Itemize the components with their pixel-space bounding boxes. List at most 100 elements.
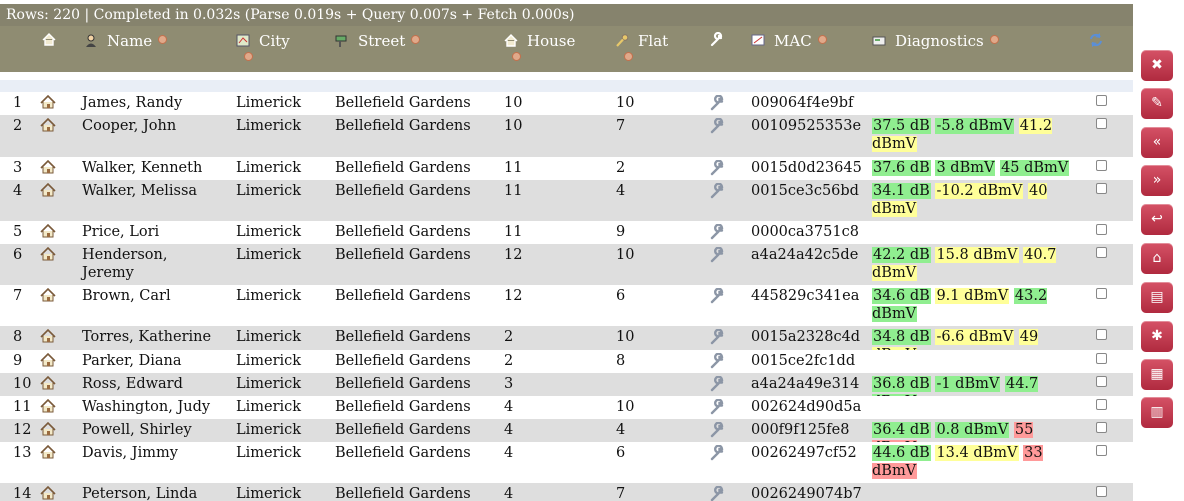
home-icon [504, 34, 518, 47]
house-column-header[interactable]: House [504, 32, 575, 50]
table-row[interactable]: 1 James, Randy Limerick Bellefield Gardens 1… [0, 92, 1133, 115]
table-row[interactable]: 3 Walker, Kenneth Limerick Bellefield Garde… [0, 157, 1133, 180]
sort-icon[interactable] [624, 52, 633, 61]
row-checkbox[interactable] [1096, 376, 1107, 387]
table-row[interactable]: 14 Peterson, Linda Limerick Bellefield Gard… [0, 483, 1133, 501]
highlight-button[interactable]: ✱ [1141, 321, 1173, 352]
wrench-icon[interactable] [709, 485, 725, 501]
wrench-icon[interactable] [709, 117, 725, 139]
home-icon[interactable] [40, 223, 56, 243]
flat-cell: 2 [616, 160, 626, 176]
export-button[interactable]: ▤ [1141, 282, 1173, 313]
row-checkbox[interactable] [1096, 353, 1107, 364]
row-checkbox[interactable] [1096, 160, 1107, 171]
home-icon[interactable] [40, 94, 56, 114]
table-view-button[interactable]: ▦ [1141, 359, 1173, 390]
mac-cell: 445829c341ea [751, 288, 860, 304]
flat-cell: 7 [616, 486, 626, 501]
wrench-icon[interactable] [709, 444, 725, 466]
table-row[interactable]: 13 Davis, Jimmy Limerick Bellefield Gardens… [0, 442, 1133, 483]
row-checkbox[interactable] [1096, 422, 1107, 433]
diagnostic-value: -5.8 dBmV [935, 118, 1015, 134]
row-checkbox[interactable] [1096, 329, 1107, 340]
first-page-button[interactable]: « [1141, 127, 1173, 158]
row-checkbox[interactable] [1096, 95, 1107, 106]
street-cell: Bellefield Gardens [335, 183, 471, 199]
sort-icon[interactable] [989, 35, 999, 44]
street-column-header[interactable]: Street [335, 32, 421, 50]
name-column-header[interactable]: Name [84, 32, 168, 50]
table-row[interactable]: 11 Washington, Judy Limerick Bellefield Gar… [0, 396, 1133, 419]
row-checkbox[interactable] [1096, 399, 1107, 410]
street-cell: Bellefield Gardens [335, 247, 471, 263]
home-icon[interactable] [40, 159, 56, 179]
home-icon[interactable] [40, 444, 56, 464]
row-checkbox[interactable] [1096, 183, 1107, 194]
wrench-icon[interactable] [709, 223, 725, 245]
wrench-icon[interactable] [709, 398, 725, 420]
wrench-icon[interactable] [709, 328, 725, 350]
edit-connection-button[interactable]: ✎ [1141, 88, 1173, 119]
flat-column-header[interactable]: Flat [615, 32, 668, 50]
sort-icon[interactable] [512, 52, 521, 61]
table-row[interactable]: 7 Brown, Carl Limerick Bellefield Gardens 12… [0, 285, 1133, 326]
sort-icon[interactable] [817, 35, 827, 44]
refresh-column-header[interactable] [1088, 32, 1104, 52]
home-icon[interactable] [40, 375, 56, 395]
city-column-header[interactable]: City [236, 32, 290, 50]
row-checkbox[interactable] [1096, 118, 1107, 129]
table-row[interactable]: 4 Walker, Melissa Limerick Bellefield Garde… [0, 180, 1133, 221]
wrench-icon[interactable] [709, 421, 725, 443]
row-checkbox[interactable] [1096, 445, 1107, 456]
report-button[interactable]: ▥ [1141, 397, 1173, 428]
row-checkbox[interactable] [1096, 224, 1107, 235]
home-icon[interactable] [40, 485, 56, 501]
sort-icon[interactable] [158, 35, 168, 44]
home-icon[interactable] [40, 182, 56, 202]
table-row[interactable]: 6 Henderson, Jeremy Limerick Bellefield Gar… [0, 244, 1133, 285]
row-checkbox[interactable] [1096, 247, 1107, 258]
wrench-icon[interactable] [709, 287, 725, 309]
home-icon[interactable] [40, 246, 56, 266]
city-cell: Limerick [236, 422, 302, 438]
tag-icon: ⌂ [1152, 250, 1162, 266]
filter-row[interactable] [0, 80, 1133, 92]
table-row[interactable]: 10 Ross, Edward Limerick Bellefield Gardens… [0, 373, 1133, 410]
table-row[interactable]: 12 Powell, Shirley Limerick Bellefield Gard… [0, 419, 1133, 456]
home-icon[interactable] [40, 287, 56, 307]
house-cell: 4 [504, 399, 514, 415]
street-cell: Bellefield Gardens [335, 329, 471, 345]
row-checkbox[interactable] [1096, 288, 1107, 299]
table-row[interactable]: 2 Cooper, John Limerick Bellefield Gardens 1… [0, 115, 1133, 157]
sort-icon[interactable] [244, 52, 253, 61]
row-checkbox[interactable] [1096, 486, 1107, 497]
city-cell: Limerick [236, 329, 302, 345]
close-button[interactable]: ✖ [1141, 50, 1173, 81]
wrench-icon[interactable] [709, 246, 725, 268]
home-icon[interactable] [40, 398, 56, 418]
home-icon[interactable] [40, 328, 56, 348]
back-button[interactable]: ↩ [1141, 204, 1173, 235]
wrench-icon[interactable] [709, 159, 725, 181]
flat-cell: 4 [616, 422, 626, 438]
wrench-icon[interactable] [709, 94, 725, 116]
house-cell: 4 [504, 445, 514, 461]
sort-icon[interactable] [411, 35, 421, 44]
table-row[interactable]: 5 Price, Lori Limerick Bellefield Gardens 11… [0, 221, 1133, 244]
wrench-icon[interactable] [709, 352, 725, 374]
mac-column-header[interactable]: MAC [751, 32, 827, 50]
home-icon[interactable] [40, 117, 56, 137]
wrench-icon[interactable] [709, 375, 725, 397]
wrench-icon[interactable] [709, 182, 725, 204]
home-icon[interactable] [40, 352, 56, 372]
tag-button[interactable]: ⌂ [1141, 243, 1173, 274]
table-row[interactable]: 8 Torres, Katherine Limerick Bellefield Gar… [0, 326, 1133, 363]
customer-name: Powell, Shirley [82, 422, 192, 438]
next-page-button[interactable]: » [1141, 165, 1173, 196]
customer-name: Washington, Judy [82, 399, 211, 415]
table-row[interactable]: 9 Parker, Diana Limerick Bellefield Gardens… [0, 350, 1133, 373]
customer-name: Walker, Melissa [82, 183, 198, 199]
diagnostics-column-header[interactable]: Diagnostics [872, 32, 999, 50]
diagnostic-value: 9.1 dBmV [935, 288, 1010, 304]
home-icon[interactable] [40, 421, 56, 441]
